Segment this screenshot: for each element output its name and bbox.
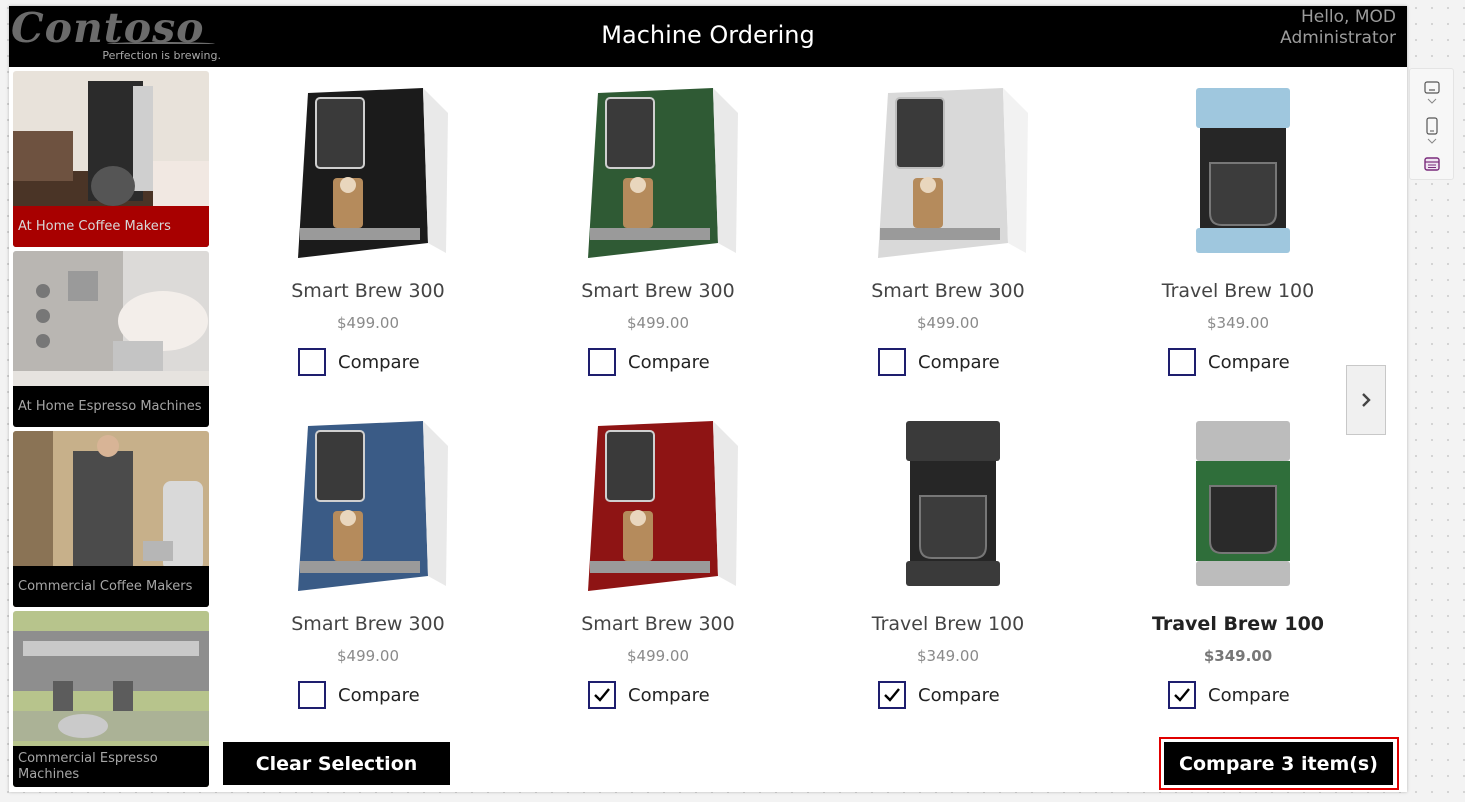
- compare-checkbox[interactable]: Compare: [1168, 348, 1290, 376]
- user-greeting: Hello, MOD Administrator: [1280, 7, 1396, 49]
- compare-label: Compare: [628, 351, 710, 373]
- product-image-espresso-green: [588, 88, 738, 258]
- product-image-drip-blue: [1196, 88, 1290, 253]
- category-label: At Home Espresso Machines: [13, 386, 209, 427]
- compare-label: Compare: [338, 351, 420, 373]
- product-price: $499.00: [626, 314, 690, 332]
- screen-size-icon[interactable]: [1424, 81, 1440, 107]
- product-card[interactable]: Smart Brew 300 $499.00 Compare: [228, 83, 498, 403]
- checkbox-box[interactable]: [1168, 348, 1196, 376]
- compare-label: Compare: [918, 351, 1000, 373]
- product-image-espresso-white: [878, 88, 1028, 258]
- compare-checkbox[interactable]: Compare: [878, 348, 1000, 376]
- product-name: Travel Brew 100: [871, 613, 1025, 635]
- category-commercial-coffee-makers[interactable]: Commercial Coffee Makers: [13, 431, 209, 607]
- compare-label: Compare: [1208, 684, 1290, 706]
- product-image-espresso-red: [588, 421, 738, 591]
- checkbox-box[interactable]: [878, 348, 906, 376]
- compare-items-button[interactable]: Compare 3 item(s): [1164, 742, 1393, 785]
- product-name: Smart Brew 300: [581, 613, 735, 635]
- compare-label: Compare: [1208, 351, 1290, 373]
- checkbox-box[interactable]: [588, 681, 616, 709]
- category-label: At Home Coffee Makers: [13, 206, 209, 247]
- product-image-espresso-blue: [298, 421, 448, 591]
- product-price: $349.00: [1206, 314, 1270, 332]
- product-card[interactable]: Smart Brew 300 $499.00 Compare: [518, 416, 788, 736]
- category-label: Commercial Coffee Makers: [13, 566, 209, 607]
- compare-checkbox[interactable]: Compare: [298, 348, 420, 376]
- side-toolbar: [1409, 68, 1454, 180]
- checkmark-icon: [1174, 688, 1190, 702]
- checkmark-icon: [594, 688, 610, 702]
- product-card[interactable]: Smart Brew 300 $499.00 Compare: [808, 83, 1078, 403]
- product-card[interactable]: Travel Brew 100 $349.00 Compare: [1098, 83, 1368, 403]
- compare-checkbox[interactable]: Compare: [588, 681, 710, 709]
- product-image-drip-green: [1196, 421, 1290, 586]
- product-price: $499.00: [336, 647, 400, 665]
- compare-label: Compare: [918, 684, 1000, 706]
- phone-icon[interactable]: [1424, 117, 1440, 147]
- product-price: $349.00: [916, 647, 980, 665]
- greeting-line-1: Hello, MOD: [1300, 7, 1396, 27]
- product-name: Travel Brew 100: [1151, 613, 1325, 635]
- compare-checkbox[interactable]: Compare: [588, 348, 710, 376]
- product-image-espresso-black: [298, 88, 448, 258]
- product-image-drip-black: [906, 421, 1000, 586]
- clear-selection-button[interactable]: Clear Selection: [223, 742, 450, 785]
- product-name: Smart Brew 300: [291, 280, 445, 302]
- product-price: $499.00: [626, 647, 690, 665]
- gallery-next-button[interactable]: [1346, 365, 1386, 435]
- product-name: Smart Brew 300: [291, 613, 445, 635]
- product-price: $349.00: [1203, 647, 1273, 665]
- checkmark-icon: [884, 688, 900, 702]
- checkbox-box[interactable]: [588, 348, 616, 376]
- compare-checkbox[interactable]: Compare: [878, 681, 1000, 709]
- product-card[interactable]: Smart Brew 300 $499.00 Compare: [228, 416, 498, 736]
- compare-checkbox[interactable]: Compare: [298, 681, 420, 709]
- logo-tagline: Perfection is brewing.: [102, 49, 221, 62]
- app-canvas: Contoso Perfection is brewing. Machine O…: [9, 6, 1407, 792]
- product-name: Travel Brew 100: [1161, 280, 1315, 302]
- product-price: $499.00: [336, 314, 400, 332]
- page-title: Machine Ordering: [601, 21, 815, 49]
- compare-checkbox[interactable]: Compare: [1168, 681, 1290, 709]
- category-at-home-espresso-machines[interactable]: At Home Espresso Machines: [13, 251, 209, 427]
- product-name: Smart Brew 300: [871, 280, 1025, 302]
- product-card[interactable]: Travel Brew 100 $349.00 Compare: [1098, 416, 1368, 736]
- product-card[interactable]: Travel Brew 100 $349.00 Compare: [808, 416, 1078, 736]
- compare-label: Compare: [338, 684, 420, 706]
- app-header: Contoso Perfection is brewing. Machine O…: [9, 6, 1407, 67]
- category-at-home-coffee-makers[interactable]: At Home Coffee Makers: [13, 71, 209, 247]
- greeting-line-2: Administrator: [1280, 28, 1396, 48]
- product-card[interactable]: Smart Brew 300 $499.00 Compare: [518, 83, 788, 403]
- checkbox-box[interactable]: [298, 681, 326, 709]
- category-commercial-espresso-machines[interactable]: Commercial Espresso Machines: [13, 611, 209, 787]
- product-name: Smart Brew 300: [581, 280, 735, 302]
- checkbox-box[interactable]: [878, 681, 906, 709]
- category-label: Commercial Espresso Machines: [13, 746, 209, 787]
- data-table-icon[interactable]: [1424, 157, 1440, 171]
- chevron-right-icon: [1362, 393, 1371, 407]
- product-price: $499.00: [916, 314, 980, 332]
- checkbox-box[interactable]: [1168, 681, 1196, 709]
- compare-label: Compare: [628, 684, 710, 706]
- checkbox-box[interactable]: [298, 348, 326, 376]
